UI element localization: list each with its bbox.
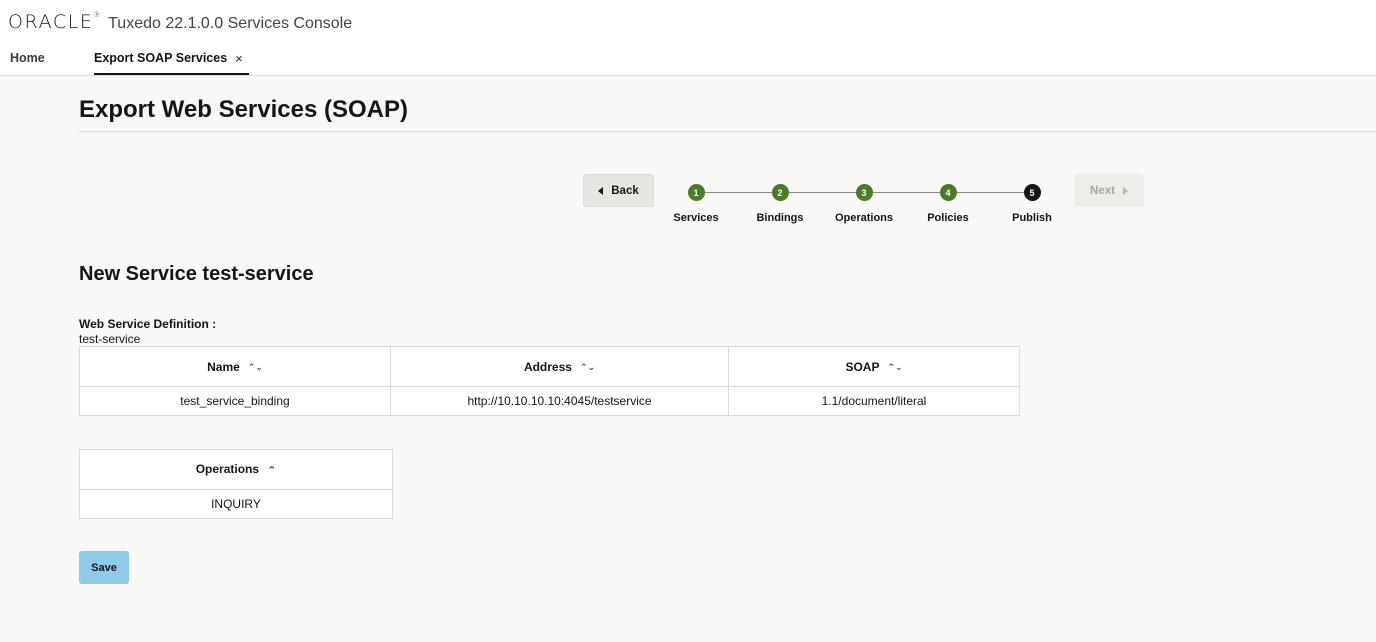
close-icon[interactable]: × (235, 51, 243, 66)
step-number[interactable]: 4 (939, 184, 957, 201)
binding-name-cell: test_service_binding (79, 386, 391, 416)
back-button-label: Back (611, 184, 639, 197)
column-header-operations[interactable]: Operations ⌃ (79, 449, 393, 490)
web-service-definition-label: Web Service Definition : (79, 317, 217, 331)
table-row[interactable]: test_service_binding http://10.10.10.10:… (79, 386, 1020, 416)
wizard-step-services[interactable]: 1 Services (656, 184, 736, 224)
step-label: Policies (927, 212, 969, 224)
brand: ORACLE® Tuxedo 22.1.0.0 Services Console (8, 11, 352, 33)
operation-cell: INQUIRY (79, 489, 393, 519)
title-divider (79, 131, 1376, 132)
next-button[interactable]: Next (1074, 174, 1144, 207)
step-label: Services (673, 212, 719, 224)
wizard-step-operations[interactable]: 3 Operations (824, 184, 904, 224)
sort-icon[interactable]: ⌃⌄ (887, 362, 902, 373)
tab-bar: Home Export SOAP Services × (0, 40, 249, 76)
step-label: Operations (834, 212, 894, 224)
tab-home-label: Home (10, 51, 45, 65)
step-label: Publish (1012, 212, 1052, 224)
binding-address-cell: http://10.10.10.10:4045/testservice (390, 386, 729, 416)
back-button[interactable]: Back (583, 174, 654, 207)
column-header-soap[interactable]: SOAP ⌃⌄ (728, 346, 1020, 387)
tab-home[interactable]: Home (10, 40, 94, 76)
step-number[interactable]: 3 (855, 184, 873, 201)
operations-table: Operations ⌃ INQUIRY (79, 449, 393, 519)
table-header-row: Name ⌃⌄ Address ⌃⌄ SOAP ⌃⌄ (79, 346, 1020, 387)
service-heading: New Service test-service (79, 263, 314, 285)
next-button-label: Next (1090, 184, 1115, 197)
tab-export-soap-services[interactable]: Export SOAP Services × (94, 40, 249, 76)
wizard-step-policies[interactable]: 4 Policies (908, 184, 988, 224)
caret-left-icon (598, 186, 604, 195)
caret-right-icon (1122, 186, 1128, 195)
step-number-current[interactable]: 5 (1023, 184, 1041, 201)
step-number[interactable]: 2 (771, 184, 789, 201)
oracle-logo: ORACLE® (8, 11, 103, 33)
page-title: Export Web Services (SOAP) (79, 96, 408, 123)
app-title: Tuxedo 22.1.0.0 Services Console (108, 15, 353, 32)
save-button[interactable]: Save (79, 551, 129, 584)
app-header: ORACLE® Tuxedo 22.1.0.0 Services Console… (0, 0, 1376, 76)
bindings-table: Name ⌃⌄ Address ⌃⌄ SOAP ⌃⌄ test_service_bin… (79, 346, 1020, 416)
table-header-row: Operations ⌃ (79, 449, 393, 490)
wizard-step-publish[interactable]: 5 Publish (992, 184, 1072, 224)
column-header-address[interactable]: Address ⌃⌄ (390, 346, 729, 387)
binding-soap-cell: 1.1/document/literal (728, 386, 1020, 416)
tab-export-label: Export SOAP Services (94, 51, 228, 65)
wizard-step-bindings[interactable]: 2 Bindings (740, 184, 820, 224)
sort-ascending-icon[interactable]: ⌃ (267, 464, 276, 477)
sort-icon[interactable]: ⌃⌄ (580, 362, 595, 373)
web-service-definition-value: test-service (79, 332, 141, 346)
table-row[interactable]: INQUIRY (79, 489, 393, 519)
save-button-label: Save (91, 561, 117, 574)
sort-icon[interactable]: ⌃⌄ (248, 362, 263, 373)
column-header-name[interactable]: Name ⌃⌄ (79, 346, 391, 387)
step-number[interactable]: 1 (687, 184, 705, 201)
step-label: Bindings (756, 212, 804, 224)
